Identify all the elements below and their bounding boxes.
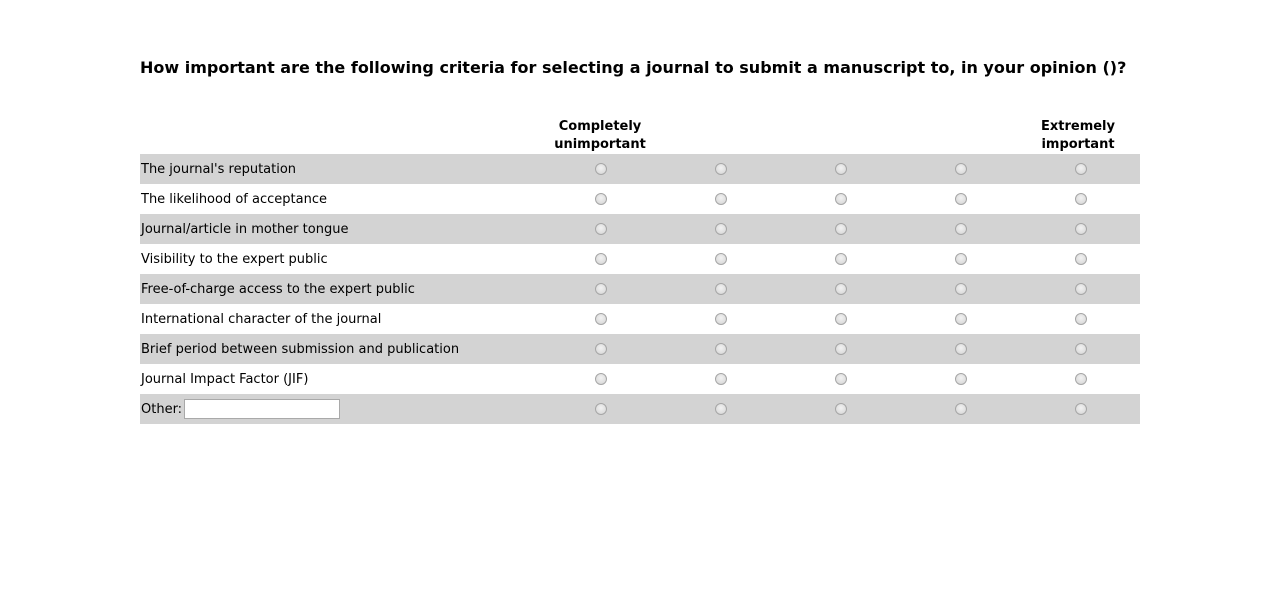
rating-radio-5[interactable] [1075, 193, 1087, 205]
rating-radio-3[interactable] [835, 373, 847, 385]
rating-radio-5[interactable] [1075, 343, 1087, 355]
rating-radio-2[interactable] [715, 193, 727, 205]
rating-radio-4[interactable] [955, 163, 967, 175]
other-label: Other: [141, 401, 183, 417]
rating-radio-1[interactable] [595, 163, 607, 175]
row-label: Brief period between submission and publ… [141, 342, 460, 357]
rating-radio-5[interactable] [1075, 163, 1087, 175]
rating-radio-1[interactable] [595, 283, 607, 295]
rating-radio-1[interactable] [595, 403, 607, 415]
rating-radio-4[interactable] [955, 343, 967, 355]
rating-matrix: Completely unimportant Extremely importa… [140, 118, 1140, 424]
other-wrap: Other: [141, 394, 341, 424]
question-title: How important are the following criteria… [140, 58, 1127, 77]
rating-radio-1[interactable] [595, 343, 607, 355]
rating-radio-1[interactable] [595, 223, 607, 235]
rating-radio-3[interactable] [835, 163, 847, 175]
row-label: International character of the journal [141, 312, 382, 327]
matrix-row: Brief period between submission and publ… [140, 334, 1140, 364]
rating-radio-4[interactable] [955, 313, 967, 325]
rating-radio-2[interactable] [715, 403, 727, 415]
matrix-row-other: Other: [140, 394, 1140, 424]
rating-radio-3[interactable] [835, 283, 847, 295]
rating-radio-5[interactable] [1075, 253, 1087, 265]
rating-radio-2[interactable] [715, 253, 727, 265]
rating-radio-4[interactable] [955, 403, 967, 415]
matrix-row: International character of the journal [140, 304, 1140, 334]
rating-radio-2[interactable] [715, 343, 727, 355]
matrix-row: The journal's reputation [140, 154, 1140, 184]
rating-radio-4[interactable] [955, 373, 967, 385]
rating-radio-4[interactable] [955, 283, 967, 295]
rating-radio-5[interactable] [1075, 283, 1087, 295]
row-label: Journal/article in mother tongue [141, 222, 349, 237]
matrix-row: Journal/article in mother tongue [140, 214, 1140, 244]
rating-radio-3[interactable] [835, 253, 847, 265]
rating-radio-3[interactable] [835, 223, 847, 235]
rating-radio-2[interactable] [715, 163, 727, 175]
row-label: The journal's reputation [141, 162, 297, 177]
rating-radio-4[interactable] [955, 253, 967, 265]
row-label: Free-of-charge access to the expert publ… [141, 282, 415, 297]
matrix-row: Free-of-charge access to the expert publ… [140, 274, 1140, 304]
survey-page: How important are the following criteria… [0, 0, 1280, 615]
rating-radio-3[interactable] [835, 193, 847, 205]
rating-radio-5[interactable] [1075, 223, 1087, 235]
rating-radio-4[interactable] [955, 193, 967, 205]
rating-radio-3[interactable] [835, 343, 847, 355]
matrix-row: Visibility to the expert public [140, 244, 1140, 274]
rating-radio-3[interactable] [835, 403, 847, 415]
matrix-row: Journal Impact Factor (JIF) [140, 364, 1140, 394]
rating-radio-5[interactable] [1075, 313, 1087, 325]
rating-radio-5[interactable] [1075, 373, 1087, 385]
row-label: The likelihood of acceptance [141, 192, 327, 207]
rating-radio-4[interactable] [955, 223, 967, 235]
rating-radio-1[interactable] [595, 313, 607, 325]
rating-radio-5[interactable] [1075, 403, 1087, 415]
row-label: Journal Impact Factor (JIF) [141, 372, 309, 387]
rating-radio-1[interactable] [595, 373, 607, 385]
scale-low-label: Completely unimportant [554, 119, 646, 152]
rating-radio-1[interactable] [595, 253, 607, 265]
rating-radio-2[interactable] [715, 313, 727, 325]
scale-header: Completely unimportant Extremely importa… [140, 118, 1140, 154]
rating-radio-2[interactable] [715, 283, 727, 295]
row-label: Visibility to the expert public [141, 252, 328, 267]
rating-radio-2[interactable] [715, 223, 727, 235]
other-text-input[interactable] [184, 399, 341, 419]
rating-radio-2[interactable] [715, 373, 727, 385]
scale-high-label: Extremely important [1040, 119, 1115, 152]
rating-radio-3[interactable] [835, 313, 847, 325]
matrix-row: The likelihood of acceptance [140, 184, 1140, 214]
rating-radio-1[interactable] [595, 193, 607, 205]
